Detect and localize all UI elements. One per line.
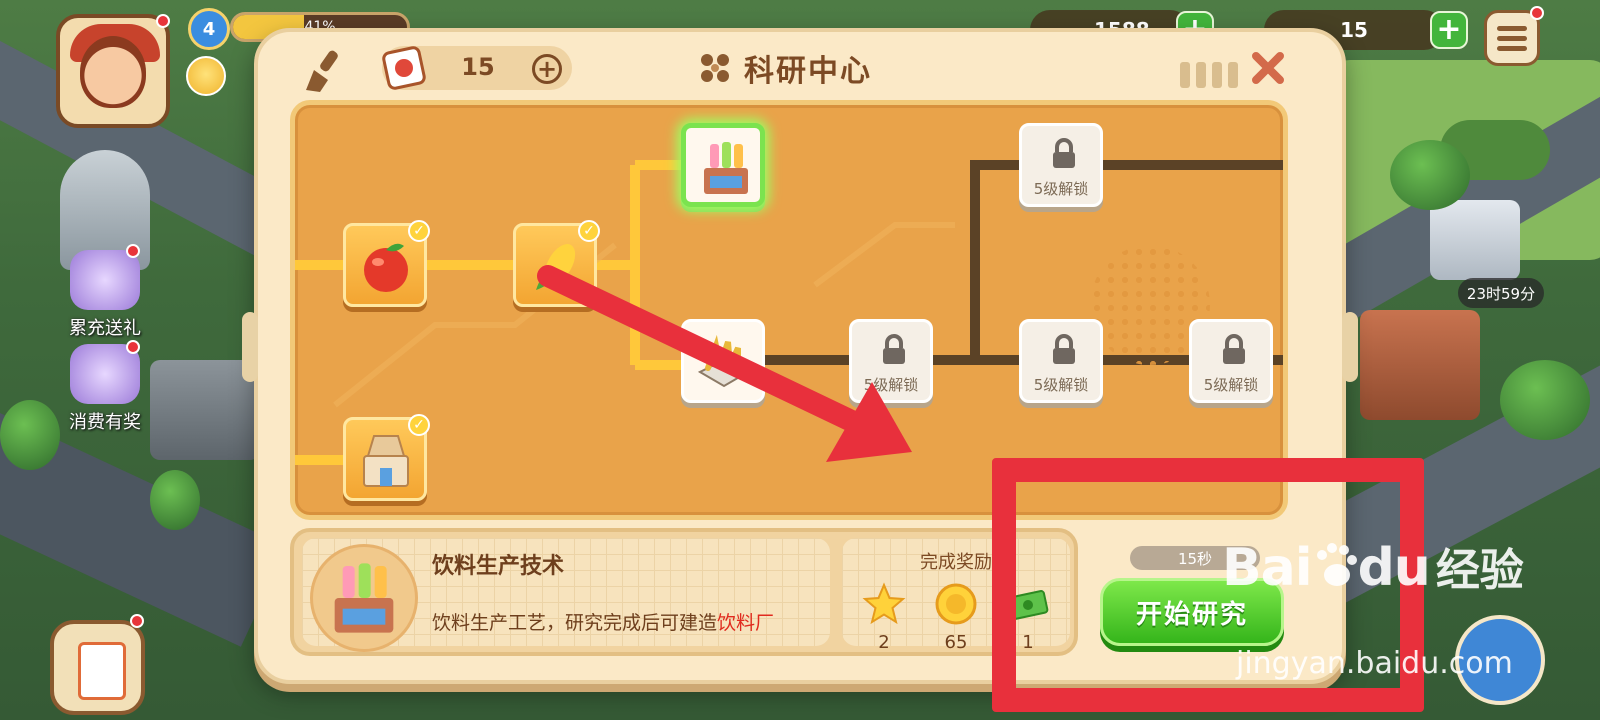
dialog-side-tab <box>242 312 258 382</box>
promo-spend[interactable]: 消费有奖 <box>50 344 160 434</box>
reward-star-value: 2 <box>878 632 890 653</box>
tech-description-box: 饮料生产技术 饮料生产工艺，研究完成后可建造饮料厂 <box>302 538 830 652</box>
house-building[interactable] <box>1430 200 1520 280</box>
tech-title: 饮料生产技术 <box>432 554 565 579</box>
dialog-title: 科研中心 <box>744 54 872 89</box>
corn-icon <box>536 244 576 290</box>
watermark-url: jingyan.baidu.com <box>1236 646 1513 681</box>
lock-label: 5级解锁 <box>1033 376 1089 394</box>
promo-recharge[interactable]: 累充送礼 <box>50 250 160 340</box>
promo-spend-label: 消费有奖 <box>69 412 141 433</box>
player-avatar[interactable] <box>56 14 170 128</box>
tech-description-text: 饮料生产工艺，研究完成后可建造 <box>432 612 718 634</box>
dialog-header: 科研中心 <box>698 46 872 90</box>
tech-node-locked-3[interactable]: 5级解锁 <box>1019 319 1103 403</box>
notification-dot <box>156 14 170 28</box>
seed-packet-icon <box>382 46 426 90</box>
beverage-factory-thumbnail <box>310 544 418 652</box>
smile-icon[interactable] <box>186 56 226 96</box>
tech-info-panel: 饮料生产技术 饮料生产工艺，研究完成后可建造饮料厂 完成奖励 2 65 1 <box>290 528 1078 656</box>
baidu-watermark: Bai du 经验 jingyan.baidu.com <box>1222 534 1524 681</box>
watermark-cn: 经验 <box>1435 545 1524 596</box>
add-cash-button[interactable]: + <box>1430 11 1468 49</box>
apple-icon <box>364 243 408 292</box>
grain-tray-icon <box>697 334 751 388</box>
tree <box>1500 360 1590 440</box>
watermark-logo-du: du <box>1357 538 1431 598</box>
check-icon: ✓ <box>578 220 600 242</box>
paw-icon <box>1316 543 1357 586</box>
tech-node-flour-mill[interactable]: ✓ <box>343 414 430 501</box>
tech-node-beverage-factory[interactable] <box>681 123 765 207</box>
flour-mill-icon <box>363 435 409 487</box>
check-icon: ✓ <box>408 414 430 436</box>
tech-description: 饮料生产工艺，研究完成后可建造饮料厂 <box>432 608 774 635</box>
notification-dot <box>1530 6 1544 20</box>
lock-icon <box>883 334 905 364</box>
grip-icon <box>1180 62 1238 88</box>
seed-count: 15 <box>461 53 495 81</box>
avatar-face <box>80 36 146 108</box>
lock-label: 5级解锁 <box>1033 180 1089 198</box>
add-seed-button[interactable]: + <box>532 54 562 84</box>
dialog-side-tab <box>1342 312 1358 382</box>
gift-icon <box>70 250 140 310</box>
factory-building[interactable] <box>1360 310 1480 420</box>
star-icon <box>862 582 906 625</box>
notification-dot <box>126 340 140 354</box>
level-badge: 4 <box>188 8 230 50</box>
reward-star: 2 <box>856 582 912 653</box>
cash-value: 15 <box>1340 18 1368 42</box>
tech-node-corn[interactable]: ✓ <box>513 220 600 307</box>
lock-label: 5级解锁 <box>863 376 919 394</box>
molecule-icon <box>701 54 729 82</box>
beverage-factory-icon <box>704 142 748 194</box>
notification-dot <box>126 244 140 258</box>
lock-label: 5级解锁 <box>1203 376 1259 394</box>
level-value: 4 <box>202 18 216 40</box>
tech-node-locked-2[interactable]: 5级解锁 <box>1019 123 1103 207</box>
task-list-button[interactable] <box>50 620 145 715</box>
brush-icon[interactable] <box>298 46 348 96</box>
beverage-factory-icon <box>334 563 394 633</box>
timer-bubble: 23时59分 <box>1458 278 1544 308</box>
tech-node-locked-4[interactable]: 5级解锁 <box>1189 319 1273 403</box>
close-icon[interactable] <box>1248 48 1288 88</box>
notification-dot <box>130 614 144 628</box>
coin-icon <box>935 583 977 625</box>
lock-icon <box>1053 334 1075 364</box>
promo-recharge-label: 累充送礼 <box>69 318 141 339</box>
tech-description-highlight: 饮料厂 <box>717 612 775 634</box>
tech-node-apple[interactable]: ✓ <box>343 220 430 307</box>
lock-icon <box>1053 138 1075 168</box>
reward-coin: 65 <box>928 582 984 653</box>
tech-node-locked-1[interactable]: 5级解锁 <box>849 319 933 403</box>
tree <box>150 470 200 530</box>
tree <box>1390 140 1470 210</box>
lock-icon <box>1223 334 1245 364</box>
tech-tree: ✓ ✓ ✓ 5级解锁 5级解锁 5级解锁 5级解锁 <box>290 100 1288 520</box>
tech-node-grain-processing[interactable] <box>681 319 765 403</box>
reward-coin-value: 65 <box>944 632 968 653</box>
watermark-logo: Bai <box>1222 538 1313 598</box>
check-icon: ✓ <box>408 220 430 242</box>
